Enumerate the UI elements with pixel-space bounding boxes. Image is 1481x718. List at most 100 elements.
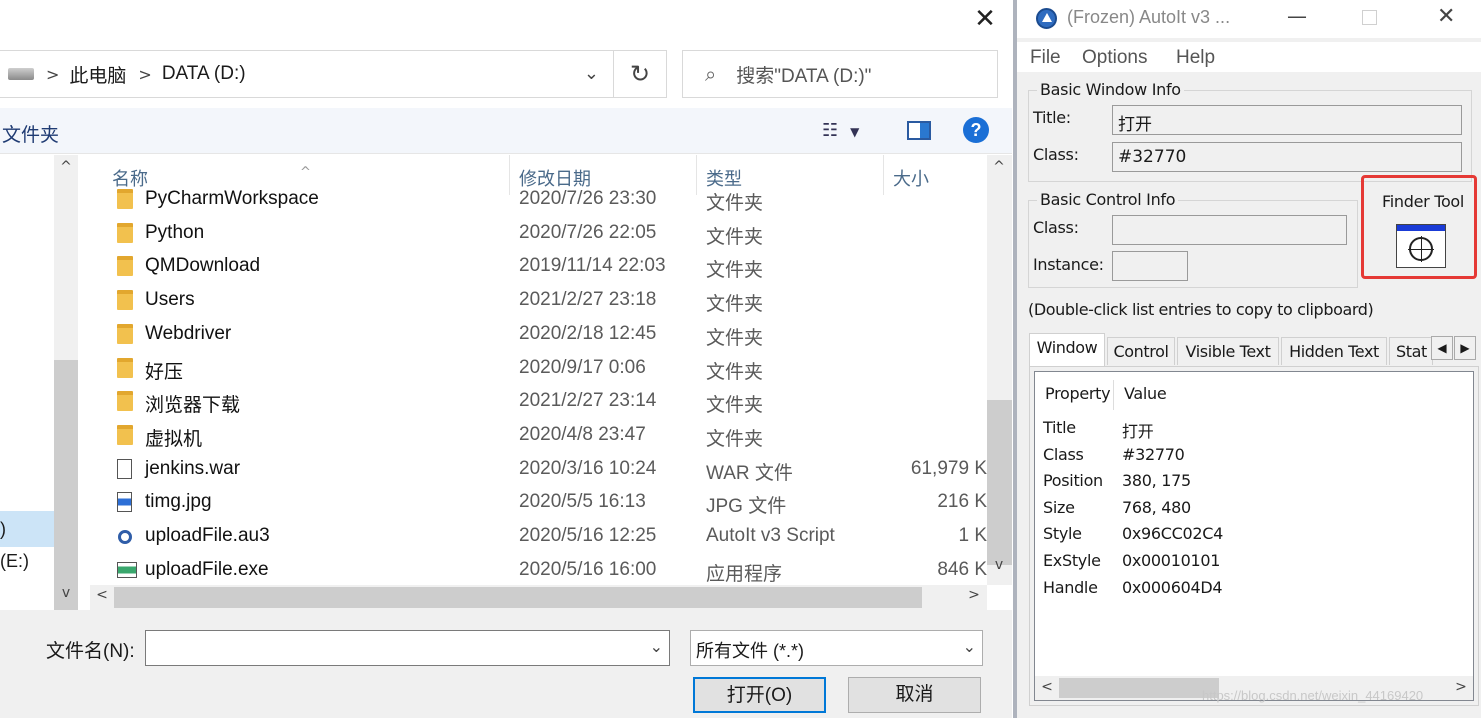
finder-tool-button[interactable] bbox=[1396, 224, 1446, 268]
file-row[interactable]: jenkins.war 2020/3/16 10:24 WAR 文件 61,979 K bbox=[90, 453, 987, 486]
file-row[interactable]: uploadFile.au3 2020/5/16 12:25 AutoIt v3 S… bbox=[90, 520, 987, 553]
file-row[interactable]: Python 2020/7/26 22:05 文件夹 bbox=[90, 217, 987, 250]
address-bar[interactable]: > 此电脑 > DATA (D:) ⌄ bbox=[0, 50, 614, 98]
tab-scroll-right-icon[interactable]: ▶ bbox=[1454, 336, 1476, 360]
sort-ascending-icon: ^ bbox=[300, 165, 311, 180]
property-row[interactable]: Style 0x96CC02C4 bbox=[1035, 522, 1465, 549]
scroll-down-icon[interactable]: v bbox=[987, 557, 1011, 573]
menu-options[interactable]: Options bbox=[1082, 47, 1147, 69]
file-name: timg.jpg bbox=[145, 491, 212, 513]
file-row[interactable]: QMDownload 2019/11/14 22:03 文件夹 bbox=[90, 250, 987, 283]
file-type-value: 所有文件 (*.*) bbox=[696, 641, 804, 661]
tab-control[interactable]: Control bbox=[1107, 337, 1175, 365]
close-icon[interactable]: ✕ bbox=[1437, 4, 1455, 29]
tab-statusbar[interactable]: Stat bbox=[1389, 337, 1433, 365]
new-folder-button[interactable]: 文件夹 bbox=[2, 120, 59, 147]
scroll-up-icon[interactable]: ^ bbox=[54, 159, 78, 175]
close-icon[interactable]: ✕ bbox=[965, 4, 1005, 36]
file-row[interactable]: 好压 2020/9/17 0:06 文件夹 bbox=[90, 352, 987, 385]
tab-visible-text[interactable]: Visible Text bbox=[1177, 337, 1279, 365]
finder-tool-label: Finder Tool bbox=[1382, 192, 1465, 211]
scroll-right-icon[interactable]: > bbox=[1449, 679, 1473, 695]
file-size: 846 K bbox=[937, 558, 987, 580]
application-icon bbox=[117, 561, 137, 578]
file-date: 2020/5/16 12:25 bbox=[519, 525, 657, 546]
property-row[interactable]: Class #32770 bbox=[1035, 443, 1465, 470]
property-list: Property Value Title 打开 Class #32770 Positio… bbox=[1034, 371, 1474, 701]
file-size: 61,979 K bbox=[910, 457, 987, 479]
view-menu-button[interactable]: ☷ ▼ bbox=[822, 120, 859, 141]
cancel-button[interactable]: 取消 bbox=[848, 677, 981, 713]
file-type-select[interactable]: 所有文件 (*.*) ⌄ bbox=[690, 630, 983, 666]
property-row[interactable]: Handle 0x000604D4 bbox=[1035, 576, 1465, 603]
scrollbar-thumb[interactable] bbox=[987, 400, 1012, 565]
property-row[interactable]: ExStyle 0x00010101 bbox=[1035, 549, 1465, 576]
file-date: 2021/2/27 23:18 bbox=[519, 289, 657, 311]
file-size: 1 K bbox=[958, 525, 987, 546]
property-column-header[interactable]: Property bbox=[1045, 384, 1111, 403]
scrollbar-thumb[interactable] bbox=[1059, 678, 1219, 698]
property-row[interactable]: Title 打开 bbox=[1035, 416, 1465, 443]
column-divider[interactable] bbox=[1113, 380, 1114, 410]
tab-window[interactable]: Window bbox=[1029, 333, 1105, 366]
file-row[interactable]: uploadFile.exe 2020/5/16 16:00 应用程序 846 K bbox=[90, 554, 987, 585]
autoit-window-info: (Frozen) AutoIt v3 ... — ✕ File Options … bbox=[1013, 0, 1481, 718]
window-class-field[interactable]: #32770 bbox=[1112, 142, 1462, 172]
control-instance-label: Instance: bbox=[1033, 255, 1104, 274]
window-title-field[interactable]: 打开 bbox=[1112, 105, 1462, 135]
file-list-vertical-scrollbar[interactable]: ^ v bbox=[987, 155, 1012, 585]
property-row[interactable]: Size 768, 480 bbox=[1035, 496, 1465, 523]
file-name: 好压 bbox=[145, 361, 184, 383]
search-input[interactable]: ⌕ 搜索"DATA (D:)" bbox=[682, 50, 998, 98]
chevron-down-icon: ⌄ bbox=[962, 637, 976, 656]
dialog-footer: 文件名(N): ⌄ 所有文件 (*.*) ⌄ 打开(O) 取消 bbox=[0, 610, 1012, 718]
file-row[interactable]: timg.jpg 2020/5/5 16:13 JPG 文件 216 K bbox=[90, 486, 987, 519]
value-column-header[interactable]: Value bbox=[1124, 384, 1167, 403]
file-row[interactable]: Users 2021/2/27 23:18 文件夹 bbox=[90, 284, 987, 317]
refresh-icon[interactable]: ↻ bbox=[613, 50, 667, 98]
menu-help[interactable]: Help bbox=[1176, 47, 1215, 69]
scroll-left-icon[interactable]: < bbox=[90, 587, 114, 603]
file-name: QMDownload bbox=[145, 255, 261, 277]
nav-item-selected[interactable]: ) bbox=[0, 511, 54, 547]
nav-scrollbar[interactable]: ^ v bbox=[54, 155, 78, 718]
file-date: 2019/11/14 22:03 bbox=[519, 255, 666, 277]
filename-input[interactable]: ⌄ bbox=[145, 630, 670, 666]
control-class-label: Class: bbox=[1033, 218, 1079, 237]
tab-scroll-left-icon[interactable]: ◀ bbox=[1431, 336, 1453, 360]
open-button[interactable]: 打开(O) bbox=[693, 677, 826, 713]
help-icon[interactable]: ? bbox=[963, 117, 989, 143]
chevron-down-icon[interactable]: ⌄ bbox=[584, 63, 599, 84]
scroll-right-icon[interactable]: > bbox=[962, 587, 986, 603]
chevron-down-icon[interactable]: ⌄ bbox=[650, 637, 663, 656]
basic-control-info-label: Basic Control Info bbox=[1037, 190, 1179, 209]
scroll-down-icon[interactable]: v bbox=[54, 585, 78, 601]
toolbar: 文件夹 ☷ ▼ bbox=[0, 108, 1012, 154]
preview-pane-icon[interactable] bbox=[907, 121, 931, 140]
property-value: 380, 175 bbox=[1122, 471, 1191, 491]
file-date: 2021/2/27 23:14 bbox=[519, 390, 657, 412]
breadcrumb-this-pc[interactable]: 此电脑 bbox=[69, 61, 126, 88]
file-row[interactable]: 虚拟机 2020/4/8 23:47 文件夹 bbox=[90, 419, 987, 452]
nav-item-e-drive[interactable]: (E:) bbox=[0, 551, 29, 572]
file-type: AutoIt v3 Script bbox=[706, 525, 835, 546]
control-instance-field[interactable] bbox=[1112, 251, 1188, 281]
scroll-up-icon[interactable]: ^ bbox=[987, 159, 1011, 175]
scroll-left-icon[interactable]: < bbox=[1035, 679, 1059, 695]
scrollbar-thumb[interactable] bbox=[114, 587, 922, 608]
file-row[interactable]: PyCharmWorkspace 2020/7/26 23:30 文件夹 bbox=[90, 183, 987, 216]
file-date: 2020/9/17 0:06 bbox=[519, 356, 646, 378]
file-row[interactable]: 浏览器下载 2021/2/27 23:14 文件夹 bbox=[90, 385, 987, 418]
control-class-field[interactable] bbox=[1112, 215, 1347, 245]
copy-hint-text: (Double-click list entries to copy to cl… bbox=[1028, 300, 1374, 319]
minimize-icon[interactable]: — bbox=[1287, 4, 1307, 28]
tab-hidden-text[interactable]: Hidden Text bbox=[1281, 337, 1387, 365]
file-row[interactable]: Webdriver 2020/2/18 12:45 文件夹 bbox=[90, 318, 987, 351]
file-list-horizontal-scrollbar[interactable]: < > bbox=[90, 585, 987, 610]
property-row[interactable]: Position 380, 175 bbox=[1035, 469, 1465, 496]
property-value: 0x96CC02C4 bbox=[1122, 524, 1224, 544]
file-date: 2020/4/8 23:47 bbox=[519, 423, 646, 445]
menu-file[interactable]: File bbox=[1030, 47, 1061, 69]
basic-window-info-label: Basic Window Info bbox=[1037, 80, 1184, 99]
breadcrumb-data-drive[interactable]: DATA (D:) bbox=[162, 63, 246, 85]
